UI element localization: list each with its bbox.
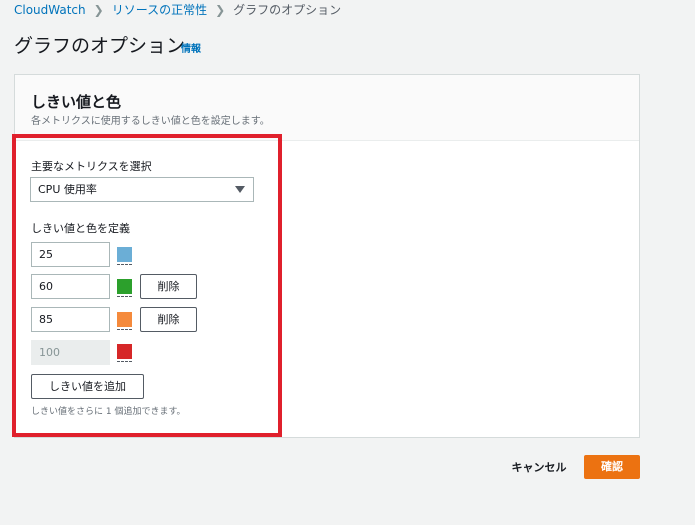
- threshold-hint: しきい値をさらに 1 個追加できます。: [31, 407, 186, 417]
- breadcrumb-cloudwatch[interactable]: CloudWatch: [14, 3, 86, 17]
- thresholds-label: しきい値と色を定義: [31, 222, 130, 235]
- color-swatch-4[interactable]: [117, 344, 132, 362]
- info-link[interactable]: 情報: [181, 40, 201, 55]
- color-swatch-3[interactable]: [117, 312, 132, 330]
- breadcrumb-graph-options: グラフのオプション: [233, 3, 342, 17]
- threshold-input-3[interactable]: [31, 307, 110, 332]
- color-swatch-1[interactable]: [117, 247, 132, 265]
- swatch-fill-3: [117, 312, 132, 327]
- threshold-input-4: [31, 340, 110, 365]
- confirm-button[interactable]: 確認: [584, 455, 640, 479]
- caret-down-icon: [235, 186, 245, 193]
- panel-header: しきい値と色 各メトリクスに使用するしきい値と色を設定します。: [15, 75, 639, 141]
- metric-label: 主要なメトリクスを選択: [31, 160, 152, 173]
- threshold-input-2[interactable]: [31, 274, 110, 299]
- threshold-input-1[interactable]: [31, 242, 110, 267]
- swatch-fill-2: [117, 279, 132, 294]
- panel-title: しきい値と色: [31, 93, 122, 111]
- add-threshold-button[interactable]: しきい値を追加: [31, 374, 144, 399]
- chevron-right-icon: ❯: [93, 2, 104, 17]
- delete-button[interactable]: 削除: [140, 274, 197, 299]
- metric-select-value: CPU 使用率: [38, 183, 97, 196]
- swatch-fill-4: [117, 344, 132, 359]
- color-swatch-2[interactable]: [117, 279, 132, 297]
- breadcrumb-resource-health[interactable]: リソースの正常性: [112, 1, 207, 18]
- swatch-fill-1: [117, 247, 132, 262]
- delete-button[interactable]: 削除: [140, 307, 197, 332]
- cancel-button[interactable]: キャンセル: [505, 456, 573, 480]
- panel-description: 各メトリクスに使用するしきい値と色を設定します。: [31, 116, 270, 127]
- metric-select[interactable]: CPU 使用率: [30, 177, 254, 202]
- chevron-right-icon: ❯: [215, 2, 226, 17]
- page-title: グラフのオプション: [14, 35, 186, 57]
- breadcrumb: CloudWatch ❯ リソースの正常性 ❯ グラフのオプション: [14, 1, 341, 18]
